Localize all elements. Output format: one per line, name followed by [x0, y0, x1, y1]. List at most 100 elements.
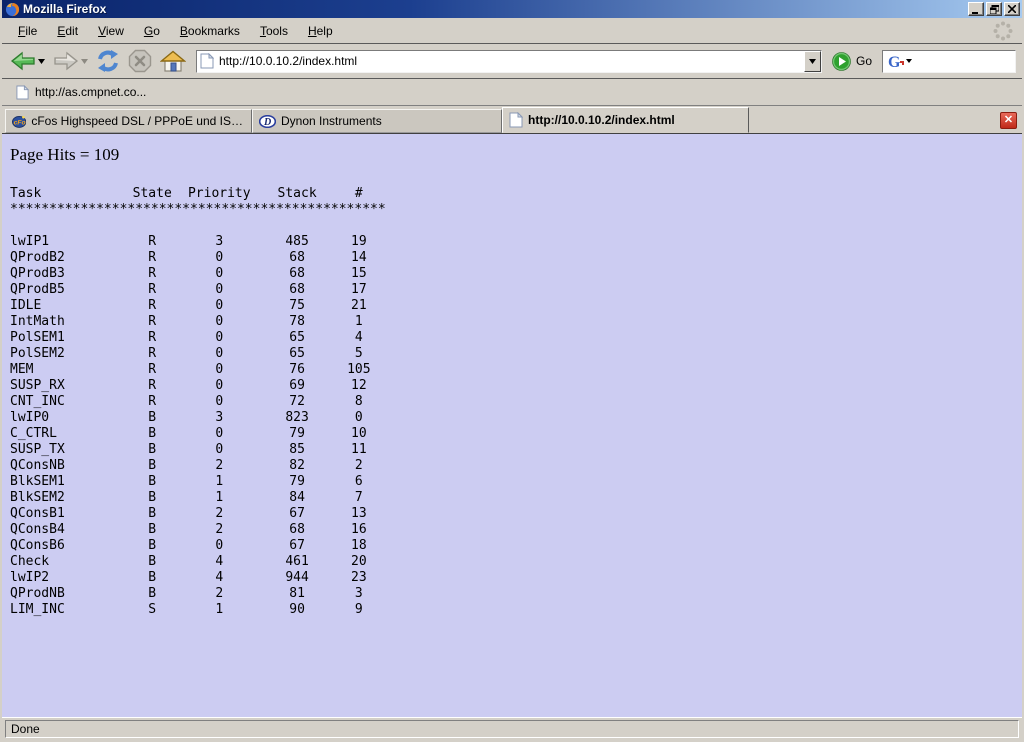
search-engine-dropdown-icon[interactable] — [906, 59, 912, 63]
menu-bar: File Edit View Go Bookmarks Tools Help — [2, 18, 1022, 44]
table-cell: SUSP_TX — [10, 442, 128, 458]
home-button[interactable] — [158, 48, 188, 75]
minimize-icon — [972, 5, 980, 14]
title-bar: Mozilla Firefox — [2, 0, 1022, 18]
tab-index-html-active[interactable]: http://10.0.10.2/index.html — [502, 107, 749, 133]
table-cell: 0 — [332, 410, 386, 426]
table-cell: 81 — [262, 586, 332, 602]
table-cell: 21 — [332, 298, 386, 314]
page-content: Page Hits = 109 Task State Priority Stac… — [2, 134, 1022, 717]
go-button-label[interactable]: Go — [856, 54, 872, 68]
table-cell: 0 — [176, 298, 262, 314]
table-row: PolSEM2R0655 — [10, 346, 386, 362]
menu-help[interactable]: Help — [298, 20, 343, 42]
table-cell: 10 — [332, 426, 386, 442]
menu-view[interactable]: View — [88, 20, 134, 42]
back-dropdown-icon — [38, 59, 45, 64]
table-cell: QProdNB — [10, 586, 128, 602]
menu-tools[interactable]: Tools — [250, 20, 298, 42]
restore-button[interactable] — [986, 2, 1002, 16]
search-input[interactable]: G — [882, 50, 1016, 73]
table-cell: BlkSEM1 — [10, 474, 128, 490]
tab-label[interactable]: http://10.0.10.2/index.html — [528, 113, 675, 127]
table-row: MEMR076105 — [10, 362, 386, 378]
table-cell: IntMath — [10, 314, 128, 330]
bookmark-page-icon — [16, 85, 29, 100]
table-cell: R — [128, 378, 176, 394]
table-cell: 2 — [176, 458, 262, 474]
table-cell: PolSEM1 — [10, 330, 128, 346]
table-cell: 0 — [176, 250, 262, 266]
tab-dynon[interactable]: D Dynon Instruments — [252, 109, 502, 133]
table-cell: 0 — [176, 362, 262, 378]
menu-bookmarks[interactable]: Bookmarks — [170, 20, 250, 42]
url-input[interactable]: http://10.0.10.2/index.html — [214, 54, 804, 68]
table-cell: 68 — [262, 250, 332, 266]
table-cell: 0 — [176, 426, 262, 442]
table-cell: 1 — [176, 490, 262, 506]
url-bar[interactable]: http://10.0.10.2/index.html — [196, 50, 822, 73]
table-cell: B — [128, 554, 176, 570]
header-priority: Priority — [176, 186, 262, 202]
header-state: State — [128, 186, 176, 202]
table-cell: R — [128, 346, 176, 362]
table-cell: lwIP1 — [10, 234, 128, 250]
stop-button[interactable] — [126, 47, 154, 75]
go-button[interactable] — [832, 52, 851, 71]
tab-cfos[interactable]: cFos cFos Highspeed DSL / PPPoE und ISDN… — [5, 109, 252, 133]
minimize-button[interactable] — [968, 2, 984, 16]
table-row: IDLER07521 — [10, 298, 386, 314]
google-search-icon: G — [887, 53, 904, 70]
table-cell: 1 — [176, 474, 262, 490]
table-row: LIM_INCS1909 — [10, 602, 386, 618]
table-cell: QConsB4 — [10, 522, 128, 538]
table-cell: QConsB6 — [10, 538, 128, 554]
table-header-row: Task State Priority Stack # — [10, 186, 386, 202]
table-cell: R — [128, 266, 176, 282]
task-table: Task State Priority Stack # ************… — [10, 186, 386, 618]
table-cell: C_CTRL — [10, 426, 128, 442]
reload-button[interactable] — [94, 47, 122, 75]
table-cell: B — [128, 490, 176, 506]
menu-go[interactable]: Go — [134, 20, 170, 42]
table-row: SUSP_RXR06912 — [10, 378, 386, 394]
table-cell: 85 — [262, 442, 332, 458]
table-cell: 9 — [332, 602, 386, 618]
menu-edit[interactable]: Edit — [47, 20, 88, 42]
table-row: PolSEM1R0654 — [10, 330, 386, 346]
table-row: CNT_INCR0728 — [10, 394, 386, 410]
table-cell: 2 — [176, 506, 262, 522]
tab-bar: cFos cFos Highspeed DSL / PPPoE und ISDN… — [2, 106, 1022, 134]
table-cell: 12 — [332, 378, 386, 394]
table-row: SUSP_TXB08511 — [10, 442, 386, 458]
bookmark-item[interactable]: http://as.cmpnet.co... — [10, 82, 152, 103]
forward-button[interactable] — [51, 48, 90, 74]
table-cell: QConsB1 — [10, 506, 128, 522]
table-cell: 82 — [262, 458, 332, 474]
header-stack: Stack — [262, 186, 332, 202]
tab-label[interactable]: cFos Highspeed DSL / PPPoE und ISDN CAP.… — [31, 114, 245, 128]
table-cell: 4 — [176, 554, 262, 570]
svg-text:cFos: cFos — [14, 119, 27, 126]
table-row: BlkSEM2B1847 — [10, 490, 386, 506]
back-button[interactable] — [8, 48, 47, 74]
table-cell: 15 — [332, 266, 386, 282]
table-separator-row: ****************************************… — [10, 202, 386, 234]
table-cell: 68 — [262, 522, 332, 538]
forward-dropdown-icon — [81, 59, 88, 64]
reload-icon — [96, 49, 120, 73]
table-cell: BlkSEM2 — [10, 490, 128, 506]
url-dropdown-button[interactable] — [804, 51, 821, 72]
close-button[interactable] — [1004, 2, 1020, 16]
home-icon — [160, 50, 186, 73]
menu-file[interactable]: File — [8, 20, 47, 42]
table-cell: lwIP0 — [10, 410, 128, 426]
table-row: QProdNBB2813 — [10, 586, 386, 602]
tab-label[interactable]: Dynon Instruments — [281, 114, 382, 128]
tab-close-button[interactable]: ✕ — [1000, 112, 1017, 129]
bookmark-label[interactable]: http://as.cmpnet.co... — [35, 85, 146, 99]
table-cell: 13 — [332, 506, 386, 522]
table-row: lwIP0B38230 — [10, 410, 386, 426]
table-cell: 3 — [332, 586, 386, 602]
page-icon — [200, 53, 214, 69]
